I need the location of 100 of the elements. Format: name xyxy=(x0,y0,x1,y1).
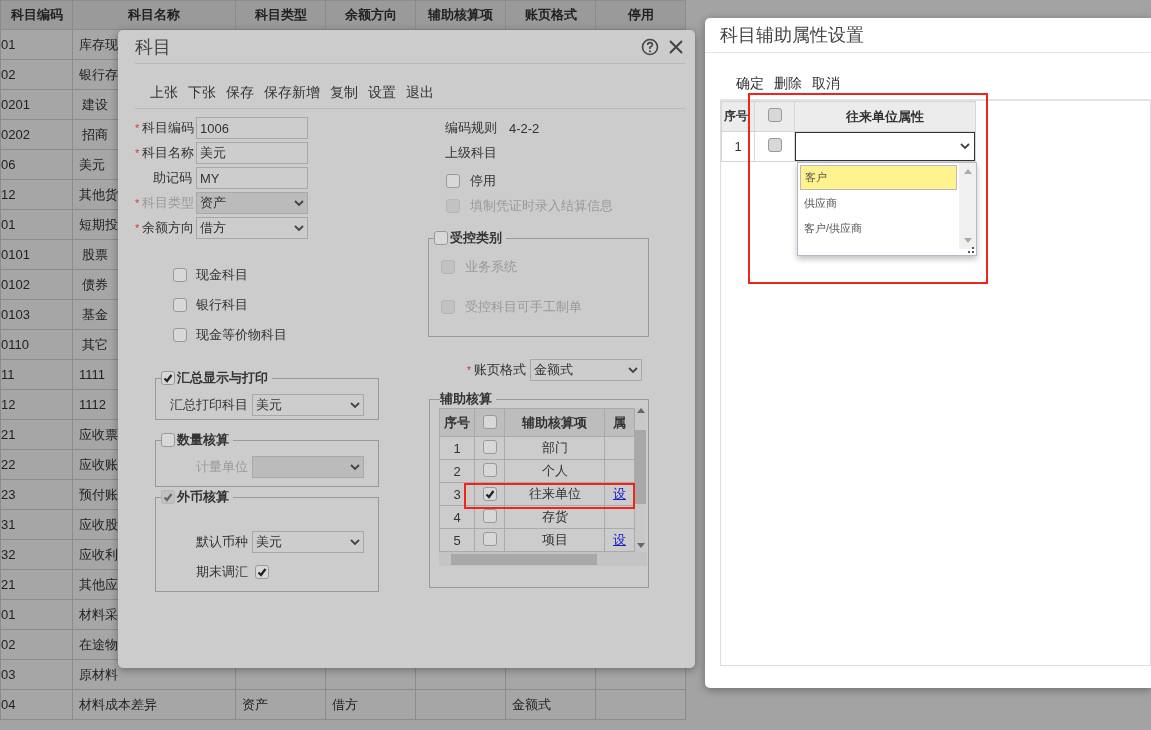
table-cell: 21 xyxy=(0,569,73,600)
scrollbar[interactable] xyxy=(635,408,646,552)
table-cell: 0103 xyxy=(0,299,73,330)
scrollbar[interactable] xyxy=(439,552,647,566)
checkbox[interactable] xyxy=(767,108,782,122)
table-cell: 1 xyxy=(439,436,475,460)
table-cell: 金额式 xyxy=(505,689,596,720)
close-icon[interactable] xyxy=(667,37,685,56)
column-header: 科目类型 xyxy=(235,0,326,30)
up-arrow-icon xyxy=(963,169,972,174)
chevron-icon xyxy=(628,366,638,374)
checkbox[interactable] xyxy=(173,298,187,312)
chevron-icon xyxy=(350,463,360,471)
toolbar-button[interactable]: 保存新增 xyxy=(264,84,320,102)
toolbar-button[interactable]: 确定 xyxy=(736,75,764,93)
dropdown-option[interactable]: 客户/供应商 xyxy=(800,217,957,240)
table-cell: 12 xyxy=(0,389,73,420)
toolbar-button[interactable]: 取消 xyxy=(812,75,840,93)
checkbox[interactable] xyxy=(161,433,175,447)
select-field[interactable]: 金额式 xyxy=(530,359,642,381)
column-header: 辅助核算项 xyxy=(415,0,506,30)
group-title: 数量核算 xyxy=(177,431,229,449)
toolbar-button[interactable]: 退出 xyxy=(406,84,434,102)
dropdown-option[interactable]: 客户 xyxy=(800,165,957,190)
column-header: 序号 xyxy=(439,408,475,437)
table-cell: 项目 xyxy=(504,528,605,552)
column-header: 余额方向 xyxy=(325,0,416,30)
column-header: 序号 xyxy=(721,101,755,132)
window-title: 科目辅助属性设置 xyxy=(720,24,865,47)
field-label: * 余额方向 xyxy=(134,219,192,237)
field-value: 4-2-2 xyxy=(509,120,540,136)
checkbox[interactable] xyxy=(482,414,497,429)
table-cell: 02 xyxy=(0,629,73,660)
down-arrow-icon xyxy=(636,543,645,548)
checkbox[interactable] xyxy=(482,531,497,546)
column-header: 账页格式 xyxy=(505,0,596,30)
table-cell: 3 xyxy=(439,482,475,506)
table-cell: 21 xyxy=(0,419,73,450)
field-label: * 科目编码 xyxy=(134,119,192,137)
column-header: 往来单位属性 xyxy=(794,101,976,132)
field-label: 上级科目 xyxy=(445,144,497,162)
toolbar-button[interactable]: 复制 xyxy=(330,84,358,102)
column-header: 停用 xyxy=(595,0,686,30)
column-header: 科目编码 xyxy=(0,0,73,30)
table-cell: 11 xyxy=(0,359,73,390)
table-cell: 04 xyxy=(0,689,73,720)
up-arrow-icon xyxy=(636,408,645,413)
select-field[interactable] xyxy=(795,132,975,161)
toolbar-button[interactable]: 删除 xyxy=(774,75,802,93)
table-cell: 材料成本差异 xyxy=(72,689,236,720)
group-title: 辅助核算 xyxy=(440,390,492,408)
field-label: * 账页格式 xyxy=(465,361,526,379)
table-cell: 03 xyxy=(0,659,73,690)
checkbox[interactable] xyxy=(434,231,448,245)
scrollbar[interactable] xyxy=(959,163,976,249)
table-cell: 01 xyxy=(0,29,73,60)
table-cell: 借方 xyxy=(325,689,416,720)
toolbar-button[interactable]: 设置 xyxy=(368,84,396,102)
input-field[interactable]: MY xyxy=(196,167,308,189)
checkbox-label: 停用 xyxy=(470,171,496,190)
group-title: 外币核算 xyxy=(177,488,229,506)
down-arrow-icon xyxy=(963,238,972,243)
table-cell: 06 xyxy=(0,149,73,180)
table-cell: 2 xyxy=(439,459,475,483)
checkbox[interactable] xyxy=(161,371,175,385)
input-field[interactable]: 美元 xyxy=(196,142,308,164)
table-cell: 个人 xyxy=(504,459,605,483)
dropdown-option[interactable]: 供应商 xyxy=(800,192,957,215)
table-cell: 5 xyxy=(439,528,475,552)
table-cell: 22 xyxy=(0,449,73,480)
group-title: 受控类别 xyxy=(450,229,502,247)
checkbox[interactable] xyxy=(482,486,497,501)
chevron-icon xyxy=(960,143,970,150)
checkbox[interactable] xyxy=(446,173,460,188)
checkbox[interactable] xyxy=(482,462,497,477)
table-cell: 23 xyxy=(0,479,73,510)
table-cell: 0110 xyxy=(0,329,73,360)
column-header: 科目名称 xyxy=(72,0,236,30)
table-cell: 0202 xyxy=(0,119,73,150)
table-cell: 部门 xyxy=(504,436,605,460)
table-cell: 0201 xyxy=(0,89,73,120)
checkbox[interactable] xyxy=(173,268,187,282)
table-cell: 01 xyxy=(0,209,73,240)
help-icon[interactable] xyxy=(641,37,659,56)
table-cell: 02 xyxy=(0,59,73,90)
table-cell: 12 xyxy=(0,179,73,210)
window-title: 科目 xyxy=(135,35,172,59)
chevron-icon xyxy=(350,401,360,409)
checkbox[interactable] xyxy=(173,328,187,342)
table-cell: 4 xyxy=(439,505,475,529)
input-field[interactable]: 1006 xyxy=(196,117,308,139)
chevron-icon xyxy=(294,224,304,232)
column-header: 属 xyxy=(604,408,635,437)
checkbox[interactable] xyxy=(482,439,497,454)
checkbox[interactable] xyxy=(767,138,782,152)
select-field[interactable]: 借方 xyxy=(196,217,308,239)
table-cell: 01 xyxy=(0,599,73,630)
table-cell: 往来单位 xyxy=(504,482,605,506)
select-field[interactable]: 美元 xyxy=(252,394,364,416)
chevron-icon xyxy=(350,538,360,546)
